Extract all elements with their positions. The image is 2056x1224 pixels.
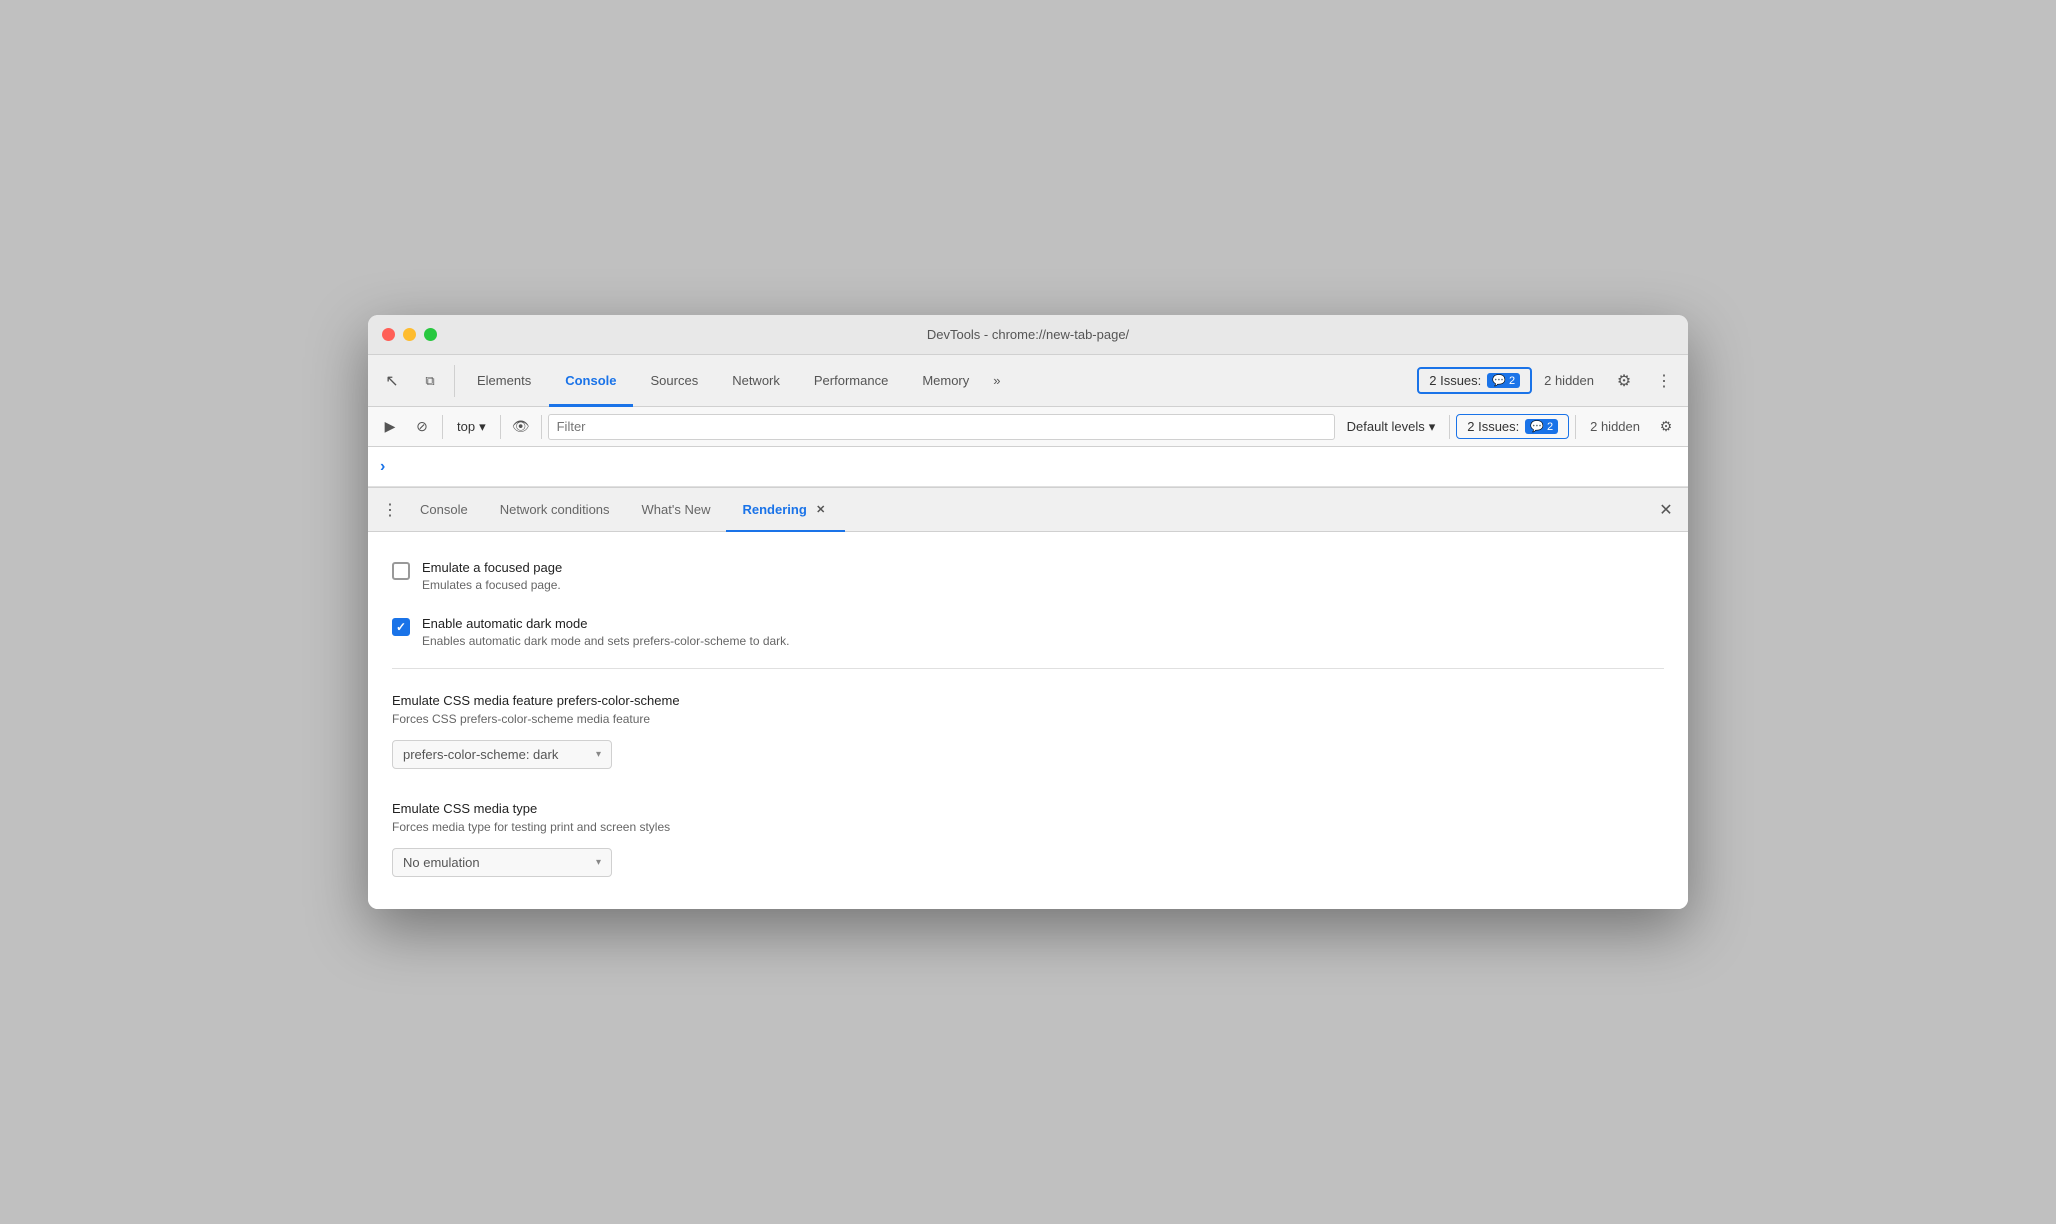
emulate-focused-item: Emulate a focused page Emulates a focuse… — [392, 548, 1664, 604]
rendering-panel: Emulate a focused page Emulates a focuse… — [368, 532, 1688, 909]
close-icon: ✕ — [1659, 500, 1672, 520]
traffic-lights — [382, 328, 437, 341]
issues-badge-2: 💬 2 — [1525, 419, 1558, 434]
issues-badge: 💬 2 — [1487, 373, 1520, 388]
css-media-type-desc: Forces media type for testing print and … — [392, 820, 1664, 834]
separator-1 — [392, 668, 1664, 669]
tab-network[interactable]: Network — [716, 355, 796, 407]
bottom-tab-console[interactable]: Console — [404, 488, 484, 532]
bottom-tab-network-conditions[interactable]: Network conditions — [484, 488, 626, 532]
auto-dark-mode-title: Enable automatic dark mode — [422, 616, 1664, 631]
issues-button[interactable]: 2 Issues: 💬 2 — [1417, 367, 1532, 394]
bottom-tab-whats-new[interactable]: What's New — [626, 488, 727, 532]
tab-elements[interactable]: Elements — [461, 355, 547, 407]
css-color-scheme-title: Emulate CSS media feature prefers-color-… — [392, 693, 1664, 708]
tab-sources[interactable]: Sources — [635, 355, 715, 407]
maximize-button[interactable] — [424, 328, 437, 341]
filter-input[interactable] — [548, 414, 1335, 440]
rendering-tab-close[interactable]: ✕ — [813, 502, 829, 518]
tab-memory[interactable]: Memory — [906, 355, 985, 407]
toolbar-divider-1 — [454, 365, 455, 397]
auto-dark-mode-checkbox[interactable] — [392, 618, 410, 636]
console-divider-4 — [1449, 415, 1450, 439]
auto-dark-mode-text: Enable automatic dark mode Enables autom… — [422, 616, 1664, 648]
top-label: top — [457, 419, 475, 434]
more-vert-icon: ⋮ — [1656, 371, 1672, 391]
emulate-focused-title: Emulate a focused page — [422, 560, 1664, 575]
levels-chevron-icon: ▾ — [1429, 419, 1436, 435]
auto-dark-mode-desc: Enables automatic dark mode and sets pre… — [422, 634, 1664, 648]
bottom-tab-rendering[interactable]: Rendering ✕ — [726, 488, 844, 532]
cursor-icon: ↖ — [385, 371, 398, 391]
clear-console-button[interactable]: ▶ — [376, 413, 404, 441]
message-icon-2: 💬 — [1530, 420, 1544, 433]
console-divider-3 — [541, 415, 542, 439]
title-bar: DevTools - chrome://new-tab-page/ — [368, 315, 1688, 355]
default-levels-button[interactable]: Default levels ▾ — [1339, 416, 1444, 438]
eye-icon: 👁 — [512, 418, 530, 435]
devtools-window: DevTools - chrome://new-tab-page/ ↖ ⧉ El… — [368, 315, 1688, 909]
issues-label-2: 2 Issues: — [1467, 419, 1519, 434]
tab-performance[interactable]: Performance — [798, 355, 904, 407]
css-media-type-value: No emulation — [403, 855, 480, 870]
console-toolbar: ▶ ⊘ top ▾ 👁 Default levels ▾ 2 Issues: 💬… — [368, 407, 1688, 447]
bottom-tab-menu-icon[interactable]: ⋮ — [376, 496, 404, 524]
settings-button[interactable]: ⚙ — [1606, 363, 1642, 399]
css-media-type-section: Emulate CSS media type Forces media type… — [392, 785, 1664, 893]
emulate-focused-desc: Emulates a focused page. — [422, 578, 1664, 592]
tab-console[interactable]: Console — [549, 355, 632, 407]
window-title: DevTools - chrome://new-tab-page/ — [927, 327, 1129, 342]
bottom-tabs-bar: ⋮ Console Network conditions What's New … — [368, 488, 1688, 532]
main-toolbar: ↖ ⧉ Elements Console Sources Network Per… — [368, 355, 1688, 407]
css-color-scheme-value: prefers-color-scheme: dark — [403, 747, 558, 762]
emulate-focused-checkbox[interactable] — [392, 562, 410, 580]
more-tabs-button[interactable]: » — [987, 373, 1006, 388]
more-options-button[interactable]: ⋮ — [1646, 363, 1682, 399]
block-icon-btn[interactable]: ⊘ — [408, 413, 436, 441]
console-cursor: › — [380, 458, 385, 476]
auto-dark-mode-item: Enable automatic dark mode Enables autom… — [392, 604, 1664, 660]
more-vert-icon-2: ⋮ — [382, 500, 398, 520]
block-icon: ⊘ — [416, 418, 428, 435]
issues-label: 2 Issues: — [1429, 373, 1481, 388]
hidden-count-2: 2 hidden — [1582, 419, 1648, 434]
issues-button-2[interactable]: 2 Issues: 💬 2 — [1456, 414, 1569, 439]
hidden-count: 2 hidden — [1536, 373, 1602, 388]
toolbar-right: 2 Issues: 💬 2 2 hidden ⚙ ⋮ — [1417, 363, 1682, 399]
css-media-type-chevron-icon: ▾ — [596, 857, 601, 868]
gear-icon: ⚙ — [1617, 371, 1631, 391]
message-icon: 💬 — [1492, 374, 1506, 387]
bottom-panel-close-button[interactable]: ✕ — [1652, 496, 1680, 524]
css-color-scheme-desc: Forces CSS prefers-color-scheme media fe… — [392, 712, 1664, 726]
console-divider-5 — [1575, 415, 1576, 439]
console-settings-button[interactable]: ⚙ — [1652, 413, 1680, 441]
console-divider-1 — [442, 415, 443, 439]
css-color-scheme-section: Emulate CSS media feature prefers-color-… — [392, 677, 1664, 785]
play-icon: ▶ — [385, 418, 396, 435]
inspect-icon: ⧉ — [425, 373, 434, 389]
css-color-scheme-dropdown[interactable]: prefers-color-scheme: dark ▾ — [392, 740, 612, 769]
minimize-button[interactable] — [403, 328, 416, 341]
console-divider-2 — [500, 415, 501, 439]
console-content[interactable]: › — [368, 447, 1688, 487]
bottom-panel: ⋮ Console Network conditions What's New … — [368, 487, 1688, 909]
gear-icon-2: ⚙ — [1660, 418, 1673, 435]
close-button[interactable] — [382, 328, 395, 341]
top-chevron-icon: ▾ — [479, 419, 486, 435]
css-color-scheme-chevron-icon: ▾ — [596, 749, 601, 760]
cursor-icon-btn[interactable]: ↖ — [374, 363, 410, 399]
eye-icon-btn[interactable]: 👁 — [507, 413, 535, 441]
css-media-type-dropdown[interactable]: No emulation ▾ — [392, 848, 612, 877]
top-selector[interactable]: top ▾ — [449, 416, 494, 438]
emulate-focused-text: Emulate a focused page Emulates a focuse… — [422, 560, 1664, 592]
css-media-type-title: Emulate CSS media type — [392, 801, 1664, 816]
inspect-icon-btn[interactable]: ⧉ — [412, 363, 448, 399]
